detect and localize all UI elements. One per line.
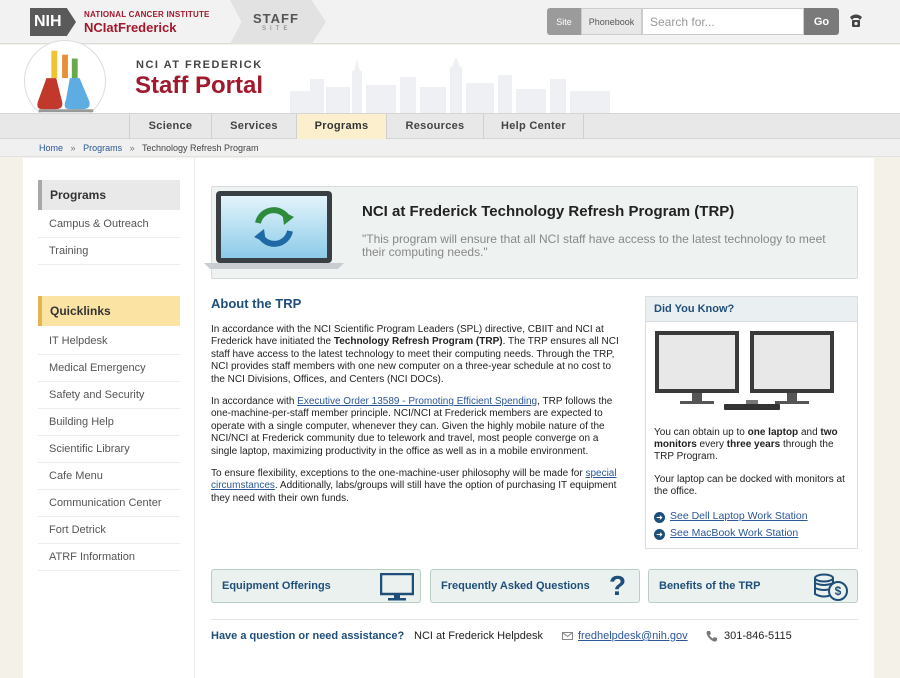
dyk-t3: every (696, 439, 727, 451)
quicklink-medical-emergency[interactable]: Medical Emergency (38, 355, 180, 382)
quicklink-communication-center[interactable]: Communication Center (38, 490, 180, 517)
footer-divider (211, 619, 858, 620)
nav-programs[interactable]: Programs (296, 114, 386, 139)
nav-help-center[interactable]: Help Center (483, 114, 584, 139)
sidebar-item-campus-outreach[interactable]: Campus & Outreach (38, 211, 180, 238)
flask-logo[interactable] (24, 40, 106, 122)
breadcrumb-current: Technology Refresh Program (141, 143, 259, 153)
header-eyebrow: NCI AT FREDERICK (136, 59, 263, 71)
dyk-paragraph-1: You can obtain up to one laptop and two … (654, 427, 850, 464)
sidebar: Programs Campus & Outreach Training Quic… (38, 180, 180, 571)
logo-line1[interactable]: NATIONAL CANCER INSTITUTE (84, 10, 210, 19)
quicklink-fort-detrick[interactable]: Fort Detrick (38, 517, 180, 544)
did-you-know-panel: Did You Know? You can obtain up to one l… (645, 296, 858, 549)
site-label[interactable]: SITE (262, 26, 291, 32)
helpdesk-phone: 301-846-5115 (724, 630, 792, 642)
laptop-refresh-illustration (204, 191, 344, 269)
logo-line2[interactable]: NCIatFrederick (84, 20, 176, 35)
sidebar-item-training[interactable]: Training (38, 238, 180, 265)
dyk-paragraph-2: Your laptop can be docked with monitors … (654, 473, 845, 497)
card-label[interactable]: Frequently Asked Questions (441, 580, 590, 592)
about-heading: About the TRP (211, 296, 302, 311)
executive-order-link[interactable]: Executive Order 13589 - Promoting Effici… (297, 396, 537, 407)
about-body: In accordance with the NCI Scientific Pr… (211, 324, 626, 515)
quicklink-atrf-information[interactable]: ATRF Information (38, 544, 180, 571)
nav-science[interactable]: Science (129, 114, 211, 139)
macbook-link-label[interactable]: See MacBook Work Station (670, 527, 798, 539)
nav-resources[interactable]: Resources (386, 114, 483, 139)
sidebar-quicklinks-heading: Quicklinks (38, 296, 180, 326)
phone-icon[interactable] (848, 12, 864, 30)
coins-dollar-icon: $ (814, 573, 848, 601)
breadcrumb-separator: » (129, 143, 135, 153)
flasks-icon (37, 50, 94, 113)
dual-monitor-illustration (655, 331, 834, 410)
staff-label[interactable]: STAFF (253, 11, 299, 26)
dyk-t1: You can obtain up to (654, 427, 748, 438)
search-go-button[interactable]: Go (804, 8, 839, 35)
arrow-circle-icon: ➜ (654, 529, 665, 540)
dell-workstation-link[interactable]: ➜ See Dell Laptop Work Station (654, 510, 808, 523)
breadcrumb: Home » Programs » Technology Refresh Pro… (0, 139, 900, 157)
quicklink-cafe-menu[interactable]: Cafe Menu (38, 463, 180, 490)
quicklink-safety-security[interactable]: Safety and Security (38, 382, 180, 409)
breadcrumb-separator: » (70, 143, 76, 153)
phone-icon (706, 631, 717, 642)
breadcrumb-programs[interactable]: Programs (83, 143, 122, 153)
equipment-offerings-card[interactable]: Equipment Offerings (211, 569, 421, 603)
about-p2-text: In accordance with (211, 396, 298, 408)
about-paragraph-1: In accordance with the NCI Scientific Pr… (211, 324, 626, 386)
benefits-card[interactable]: Benefits of the TRP $ (648, 569, 858, 603)
skyline-decoration (290, 57, 610, 113)
about-paragraph-3: To ensure flexibility, exceptions to the… (211, 468, 626, 505)
faq-card[interactable]: Frequently Asked Questions ? (430, 569, 640, 603)
helpdesk-email-link[interactable]: fredhelpdesk@nih.gov (578, 630, 688, 642)
scope-site-button[interactable]: Site (547, 8, 581, 35)
dyk-t2: and (798, 427, 821, 438)
question-mark-icon: ? (609, 570, 627, 601)
sidebar-divider (194, 158, 195, 678)
breadcrumb-home[interactable]: Home (39, 143, 63, 153)
nav-services[interactable]: Services (211, 114, 296, 139)
page-title[interactable]: Staff Portal (135, 72, 263, 100)
main-nav: Science Services Programs Resources Help… (0, 113, 900, 139)
sidebar-programs-heading[interactable]: Programs (38, 180, 180, 210)
card-label[interactable]: Equipment Offerings (222, 580, 331, 592)
quicklink-scientific-library[interactable]: Scientific Library (38, 436, 180, 463)
helpdesk-name: NCI at Frederick Helpdesk (414, 630, 543, 642)
about-p1-bold: Technology Refresh Program (TRP) (333, 336, 503, 348)
quicklink-it-helpdesk[interactable]: IT Helpdesk (38, 328, 180, 355)
scope-phonebook-button[interactable]: Phonebook (581, 8, 642, 35)
banner-title: NCI at Frederick Technology Refresh Prog… (362, 203, 735, 220)
about-paragraph-2: In accordance with Executive Order 13589… (211, 396, 626, 458)
nih-logo[interactable]: NIH (30, 8, 76, 36)
arrow-circle-icon: ➜ (654, 512, 665, 523)
did-you-know-heading: Did You Know? (646, 297, 857, 322)
envelope-icon (562, 632, 573, 640)
quicklink-building-help[interactable]: Building Help (38, 409, 180, 436)
dyk-years: three years (726, 439, 781, 451)
svg-text:$: $ (835, 584, 842, 598)
top-bar: NIH NATIONAL CANCER INSTITUTE NCIatFrede… (0, 0, 900, 44)
dell-link-label[interactable]: See Dell Laptop Work Station (670, 510, 808, 522)
monitor-icon (380, 573, 414, 601)
about-p3-text: To ensure flexibility, exceptions to the… (211, 468, 586, 480)
did-you-know-text: You can obtain up to one laptop and two … (654, 427, 850, 498)
dyk-laptop: one laptop (747, 427, 799, 438)
search-input[interactable] (642, 8, 804, 35)
macbook-workstation-link[interactable]: ➜ See MacBook Work Station (654, 527, 798, 540)
card-label[interactable]: Benefits of the TRP (659, 580, 760, 592)
banner-quote: "This program will ensure that all NCI s… (362, 232, 826, 259)
help-question: Have a question or need assistance? (211, 630, 405, 642)
